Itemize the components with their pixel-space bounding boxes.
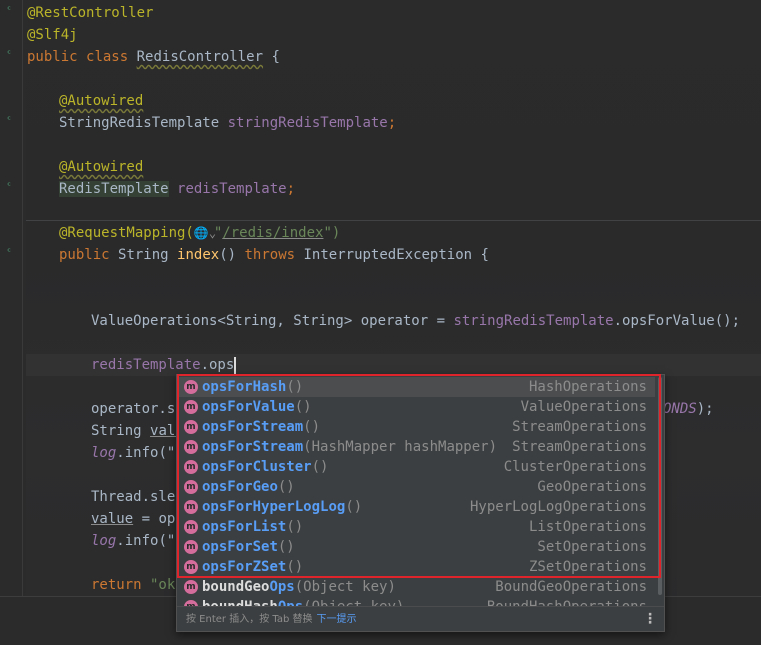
method-icon: m (184, 420, 198, 434)
bean-icon[interactable]: ᶜ (6, 6, 16, 16)
code-line: @RestController (27, 5, 154, 21)
code-line: String valu (91, 423, 184, 439)
text-caret (234, 356, 237, 374)
completion-item[interactable]: m opsForCluster() ClusterOperations (177, 457, 655, 477)
completion-item-type: ZSetOperations (528, 559, 647, 575)
completion-item-type: SetOperations (537, 539, 647, 555)
completion-item-type: GeoOperations (537, 479, 647, 495)
method-icon: m (184, 380, 198, 394)
code-line: RedisTemplate redisTemplate; (59, 181, 296, 197)
code-line: StringRedisTemplate stringRedisTemplate; (59, 115, 397, 131)
globe-icon[interactable]: 🌐⌄ (194, 222, 216, 244)
completion-item[interactable]: m opsForHyperLogLog() HyperLogLogOperation… (177, 497, 655, 517)
completion-item[interactable]: m opsForGeo() GeoOperations (177, 477, 655, 497)
bean-icon[interactable]: ᶜ (6, 182, 16, 192)
code-line-current[interactable]: redisTemplate.ops (91, 354, 237, 376)
completion-item-type: ValueOperations (520, 399, 647, 415)
completion-hint-bar: 按 Enter 插入，按 Tab 替换 下一提示 ⋮ (177, 606, 664, 631)
completion-item-name: opsForZSet() (202, 559, 304, 575)
code-line: operator.se (91, 401, 184, 417)
method-separator (26, 220, 761, 221)
code-line: log.info(" (91, 533, 176, 549)
code-line: return "ok" (91, 577, 184, 593)
completion-item-name: opsForHyperLogLog() (202, 499, 363, 515)
method-icon: m (184, 500, 198, 514)
completion-item[interactable]: m opsForHash() HashOperations (177, 377, 655, 397)
more-options-icon[interactable]: ⋮ (643, 607, 657, 631)
code-line: @Autowired (59, 93, 144, 109)
code-line: public class RedisController { (27, 49, 280, 65)
completion-item[interactable]: m opsForList() ListOperations (177, 517, 655, 537)
completion-item[interactable]: m boundGeoOps(Object key) BoundGeoOperatio… (177, 577, 655, 597)
code-line: @RequestMapping(🌐⌄"/redis/index") (59, 222, 340, 244)
code-line-tail: ONDS); (663, 401, 714, 417)
method-icon: m (184, 440, 198, 454)
completion-popup[interactable]: m opsForHash() HashOperations m opsForValue(… (176, 374, 665, 632)
completion-item-type: HyperLogLogOperations (469, 499, 647, 515)
code-line: value = ope (91, 511, 184, 527)
completion-scrollbar[interactable] (658, 377, 662, 595)
completion-item-type: ClusterOperations (503, 459, 647, 475)
completion-item-type: StreamOperations (512, 439, 647, 455)
next-tip-link[interactable]: 下一提示 (316, 614, 356, 625)
completion-item-name: opsForStream(HashMapper hashMapper) (202, 439, 498, 455)
endpoint-icon[interactable]: ᶜ (6, 248, 16, 258)
completion-item-name: opsForCluster() (202, 459, 329, 475)
method-icon: m (184, 580, 198, 594)
hint-text: 按 Enter 插入，按 Tab 替换 (186, 614, 313, 625)
code-line: Thread.slee (91, 489, 184, 505)
code-line: log.info(" (91, 445, 176, 461)
completion-item-type: StreamOperations (512, 419, 647, 435)
method-icon: m (184, 520, 198, 534)
method-icon: m (184, 400, 198, 414)
method-icon: m (184, 480, 198, 494)
bean-icon[interactable]: ᶜ (6, 50, 16, 60)
method-icon: m (184, 560, 198, 574)
code-line: ValueOperations<String, String> operator… (91, 313, 741, 329)
completion-item-name: opsForValue() (202, 399, 312, 415)
completion-item-type: BoundGeoOperations (495, 579, 647, 595)
bean-icon[interactable]: ᶜ (6, 116, 16, 126)
method-icon: m (184, 540, 198, 554)
completion-item-type: HashOperations (528, 379, 647, 395)
gutter-separator (22, 0, 23, 645)
completion-item-name: opsForHash() (202, 379, 304, 395)
code-line: @Slf4j (27, 27, 78, 43)
completion-item-name: opsForGeo() (202, 479, 295, 495)
completion-item[interactable]: m opsForStream() StreamOperations (177, 417, 655, 437)
completion-item[interactable]: m opsForZSet() ZSetOperations (177, 557, 655, 577)
completion-item-name: boundGeoOps(Object key) (202, 579, 396, 595)
completion-item-name: opsForStream() (202, 419, 321, 435)
completion-item-name: opsForSet() (202, 539, 295, 555)
code-line: public String index() throws Interrupted… (59, 247, 489, 263)
method-icon: m (184, 460, 198, 474)
completion-item[interactable]: m opsForSet() SetOperations (177, 537, 655, 557)
request-path-link[interactable]: /redis/index (222, 225, 323, 241)
completion-item-type: ListOperations (528, 519, 647, 535)
completion-item[interactable]: m opsForValue() ValueOperations (177, 397, 655, 417)
completion-item-name: opsForList() (202, 519, 304, 535)
code-line: @Autowired (59, 159, 144, 175)
completion-item[interactable]: m opsForStream(HashMapper hashMapper) Stre… (177, 437, 655, 457)
